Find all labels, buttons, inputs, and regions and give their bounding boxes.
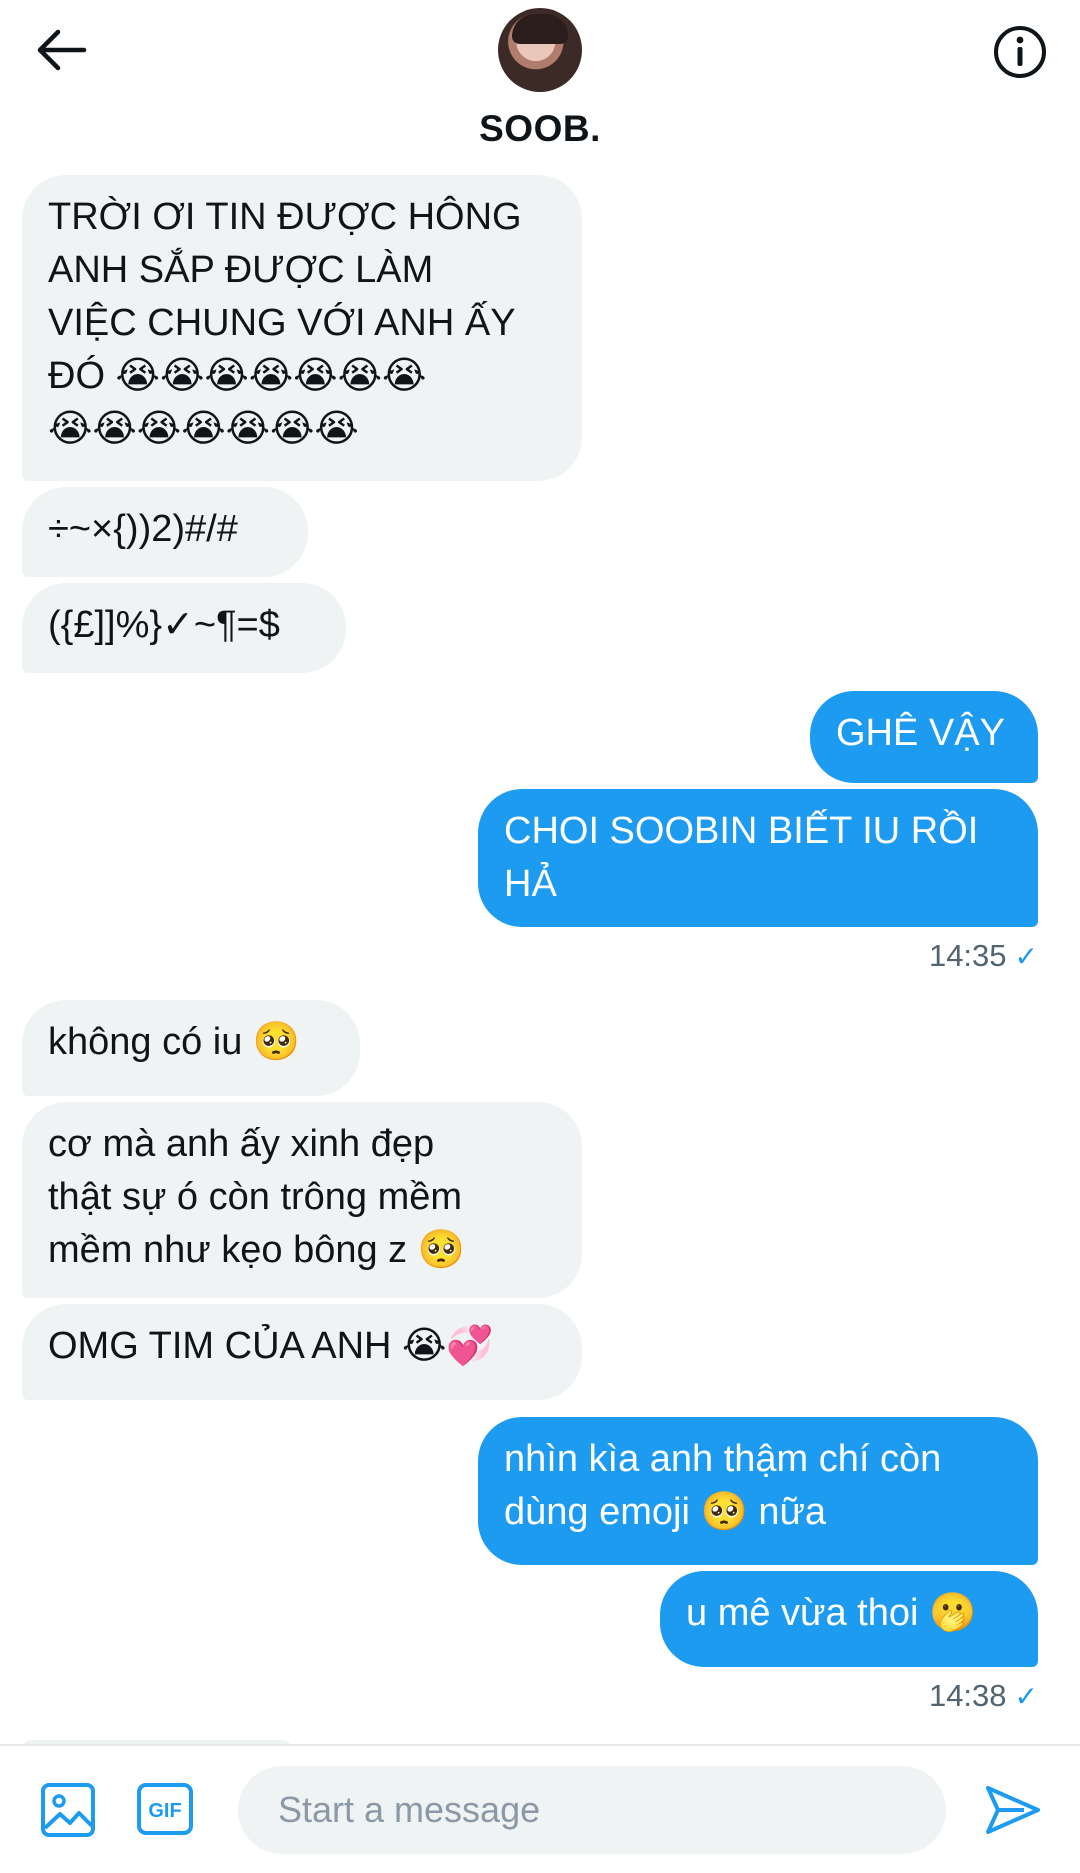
gif-icon[interactable]: GIF	[136, 1782, 194, 1836]
conversation-header: SOOB.	[0, 0, 1080, 165]
send-icon[interactable]	[984, 1784, 1042, 1836]
message-bubble-outgoing[interactable]: nhìn kìa anh thậm chí còn dùng emoji 🥺 n…	[478, 1417, 1038, 1565]
image-icon[interactable]	[40, 1782, 96, 1838]
back-arrow-icon[interactable]	[32, 26, 88, 74]
read-check-icon: ✓	[1014, 1681, 1038, 1712]
message-input[interactable]	[238, 1766, 946, 1854]
read-check-icon: ✓	[1014, 941, 1038, 972]
message-bubble-incoming[interactable]: cơ mà anh ấy xinh đẹp thật sự ó còn trôn…	[22, 1102, 582, 1298]
message-bubble-outgoing[interactable]: CHOI SOOBIN BIẾT IU RỒI HẢ	[478, 789, 1038, 927]
gif-label: GIF	[148, 1800, 181, 1822]
contact-avatar[interactable]	[498, 8, 582, 92]
message-bubble-incoming[interactable]: ÷~×{))2)#/#	[22, 487, 308, 577]
message-bubble-incoming[interactable]: ({£]]%}✓~¶=$	[22, 583, 346, 673]
message-bubble-incoming[interactable]: OMG TIM CỦA ANH 😭💞	[22, 1304, 582, 1400]
message-timestamp: 14:38 ✓	[928, 1678, 1038, 1713]
info-icon[interactable]	[992, 24, 1048, 80]
message-bubble-outgoing[interactable]: GHÊ VẬY	[810, 691, 1038, 783]
message-bubble-incoming[interactable]: TRỜI ƠI TIN ĐƯỢC HÔNG ANH SẮP ĐƯỢC LÀM V…	[22, 175, 582, 481]
message-timestamp: 14:35 ✓	[928, 938, 1038, 973]
message-bubble-incoming[interactable]: không có iu 🥺	[22, 1000, 360, 1096]
message-bubble-outgoing[interactable]: u mê vừa thoi 🫢	[660, 1571, 1038, 1667]
contact-name[interactable]: SOOB.	[0, 108, 1080, 150]
